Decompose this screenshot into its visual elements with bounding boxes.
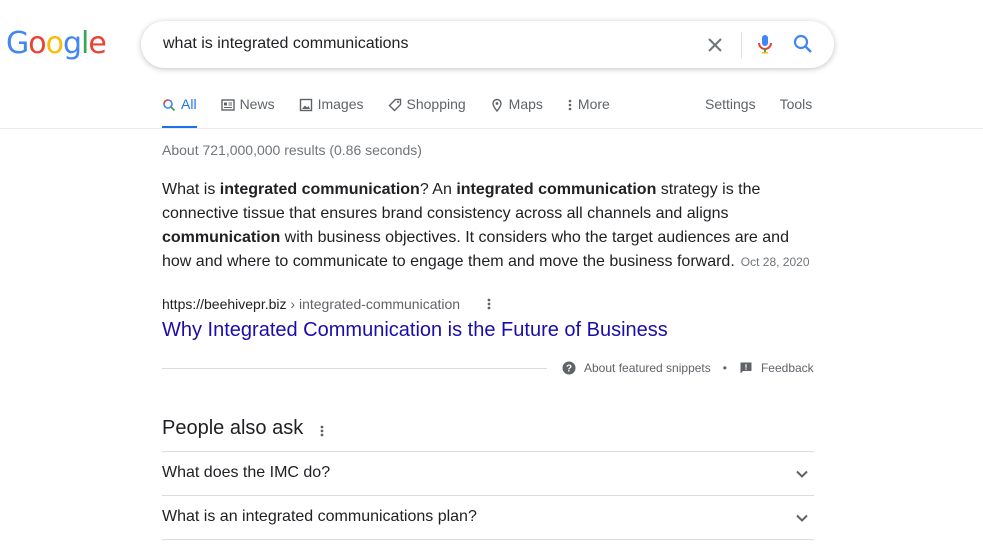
result-cite[interactable]: https://beehivepr.biz › integrated-commu…	[162, 296, 460, 312]
logo-letter: l	[81, 26, 89, 61]
tools-bar: Settings Tools	[705, 96, 836, 112]
svg-text:?: ?	[566, 364, 572, 375]
news-icon	[220, 99, 235, 111]
kebab-icon	[568, 99, 572, 111]
paa-divider	[162, 495, 814, 496]
paa-question[interactable]: What does the IMC do?	[162, 464, 814, 482]
snippet-bold: integrated communication	[219, 181, 420, 198]
result-title-link[interactable]: Why Integrated Communication is the Futu…	[162, 319, 668, 342]
search-tabs: All News Images Shopping Maps More	[162, 96, 634, 129]
logo-letter: e	[88, 26, 106, 61]
paa-question-text: What does the IMC do?	[162, 464, 331, 481]
result-stats: About 721,000,000 results (0.86 seconds)	[162, 142, 422, 158]
search-box[interactable]: what is integrated communications	[141, 21, 834, 68]
snippet-text: What is	[162, 181, 220, 198]
snippet-text: ? An	[419, 181, 457, 198]
paa-divider	[162, 539, 814, 540]
people-also-ask-heading: People also ask	[162, 417, 304, 439]
search-separator	[741, 32, 742, 58]
snippet-divider	[162, 368, 547, 369]
tab-news[interactable]: News	[220, 96, 275, 129]
tab-label: News	[239, 96, 275, 112]
microphone-icon[interactable]	[753, 32, 777, 56]
settings-link[interactable]: Settings	[705, 96, 756, 112]
tab-images[interactable]: Images	[299, 96, 364, 129]
tab-label: All	[181, 96, 197, 112]
cite-domain: https://beehivepr.biz	[162, 296, 287, 312]
help-icon: ?	[562, 361, 576, 375]
paa-question[interactable]: What is an integrated communications pla…	[162, 508, 814, 526]
chevron-down-icon	[796, 514, 808, 522]
tab-shopping[interactable]: Shopping	[388, 96, 466, 129]
featured-snippet: What is integrated communication? An int…	[162, 178, 817, 274]
image-icon	[299, 98, 312, 112]
logo-letter: g	[62, 26, 82, 61]
search-input[interactable]: what is integrated communications	[163, 35, 683, 53]
snippet-bold: integrated communication	[456, 181, 657, 198]
tab-more[interactable]: More	[567, 96, 610, 129]
tab-label: Maps	[508, 96, 543, 112]
separator-dot: •	[722, 361, 727, 375]
tab-maps[interactable]: Maps	[490, 96, 543, 129]
google-logo[interactable]: Google	[6, 26, 107, 61]
tag-icon	[388, 98, 401, 112]
result-menu-icon[interactable]	[485, 296, 493, 312]
about-featured-snippets-link[interactable]: About featured snippets	[584, 361, 711, 375]
search-icon[interactable]	[791, 32, 815, 56]
header-divider	[0, 128, 983, 129]
tab-label: Shopping	[406, 96, 466, 112]
paa-divider	[162, 451, 814, 452]
logo-letter: o	[45, 26, 64, 61]
logo-letter: o	[28, 26, 46, 61]
chevron-down-icon	[796, 470, 808, 478]
cite-path: › integrated-communication	[286, 296, 461, 312]
paa-menu-icon[interactable]	[318, 423, 326, 439]
search-icon	[163, 99, 176, 112]
feedback-link[interactable]: Feedback	[761, 361, 814, 375]
tab-label: More	[577, 96, 610, 112]
pin-icon	[491, 98, 502, 112]
feedback-icon	[740, 362, 752, 374]
clear-icon[interactable]	[703, 33, 727, 57]
snippet-date: Oct 28, 2020	[740, 255, 810, 269]
paa-question-text: What is an integrated communications pla…	[162, 508, 477, 525]
snippet-footer: ? About featured snippets • Feedback	[562, 361, 814, 375]
tab-all[interactable]: All	[162, 96, 197, 129]
tools-link[interactable]: Tools	[780, 96, 813, 112]
tab-label: Images	[317, 96, 364, 112]
logo-letter: G	[6, 26, 29, 61]
snippet-bold: communication	[162, 229, 281, 246]
